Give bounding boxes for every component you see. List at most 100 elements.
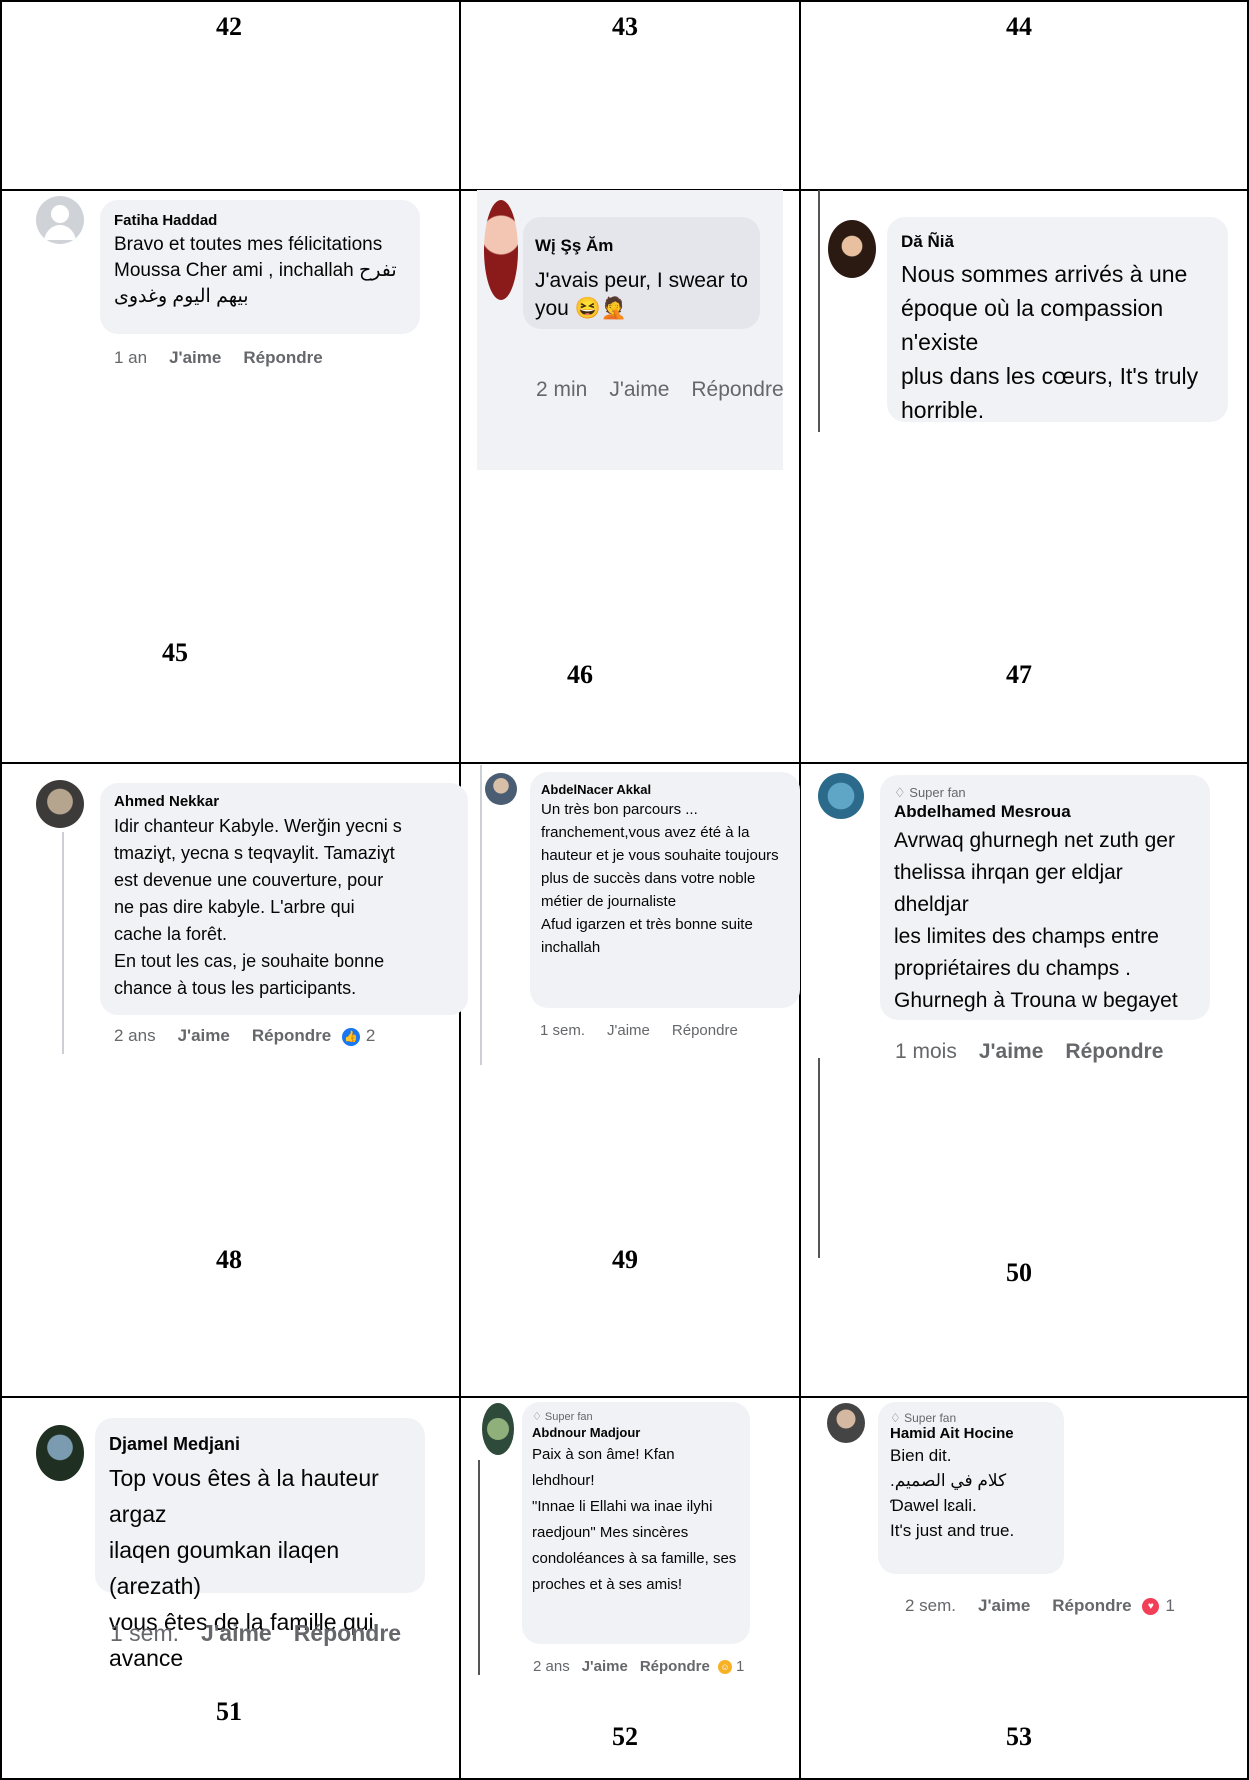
thread-line (480, 765, 482, 1065)
avatar[interactable] (827, 1403, 865, 1443)
comment-text: Avrwaq ghurnegh net zuth ger thelissa ih… (894, 829, 1178, 1012)
comment-bubble: AbdelNacer Akkal Un très bon parcours ..… (530, 772, 800, 1008)
like-button[interactable]: J'aime (609, 378, 669, 401)
reply-button[interactable]: Répondre (672, 1022, 738, 1039)
comment-actions: 1 mois J'aime Répondre (895, 1040, 1185, 1064)
avatar[interactable] (828, 220, 876, 278)
comment-time[interactable]: 2 ans (114, 1026, 156, 1045)
comment-bubble: Ahmed Nekkar Idir chanteur Kabyle. Werği… (100, 783, 468, 1015)
super-fan-badge: ♢ Super fan (894, 785, 966, 800)
table-row-divider (0, 1396, 1249, 1398)
avatar[interactable] (818, 773, 864, 819)
comment-time[interactable]: 2 min (536, 378, 587, 401)
like-button[interactable]: J'aime (201, 1620, 272, 1646)
default-profile-icon (44, 205, 76, 240)
cell-number: 52 (612, 1722, 638, 1751)
reply-button[interactable]: Répondre (294, 1620, 401, 1646)
reply-button[interactable]: Répondre (252, 1026, 331, 1045)
commenter-name[interactable]: Abdnour Madjour (532, 1424, 740, 1442)
cell-number: 48 (216, 1245, 242, 1274)
avatar[interactable] (36, 196, 84, 244)
comment-time[interactable]: 1 sem. (110, 1620, 179, 1646)
avatar[interactable] (484, 200, 518, 300)
table-row-divider (0, 762, 1249, 764)
comment-actions: 1 sem. J'aime Répondre (110, 1620, 423, 1647)
commenter-name[interactable]: Fatiha Haddad (114, 212, 406, 230)
commenter-name[interactable]: Abdelhamed Mesroua (894, 801, 1196, 823)
comment-time[interactable]: 2 sem. (905, 1596, 956, 1615)
comment-bubble: ♢ Super fan Abdnour Madjour Paix à son â… (522, 1402, 750, 1644)
commenter-name[interactable]: Ahmed Nekkar (114, 793, 454, 811)
like-button[interactable]: J'aime (582, 1658, 628, 1675)
avatar[interactable] (36, 780, 84, 828)
table-border-left (0, 0, 2, 1780)
comment-actions: 2 ans J'aime Répondre 👍 2 (114, 1026, 397, 1046)
comment-text: J'avais peur, I swear to you 😆🤦 (535, 269, 748, 320)
cell-number: 49 (612, 1245, 638, 1274)
reaction-count[interactable]: 1 (1165, 1596, 1174, 1615)
commenter-name[interactable]: AbdelNacer Akkal (541, 781, 789, 798)
thread-line (818, 190, 820, 432)
comment-table: 42 43 44 45 46 47 48 49 50 51 52 53 Fati… (0, 0, 1249, 1780)
cell-number: 51 (216, 1697, 242, 1726)
comment-time[interactable]: 1 sem. (540, 1022, 585, 1039)
reply-button[interactable]: Répondre (1052, 1596, 1131, 1615)
comment-bubble: Dă Ñiă Nous sommes arrivés à une époque … (887, 217, 1228, 423)
avatar[interactable] (482, 1403, 514, 1455)
comment-bubble: Wį Şş Ăm J'avais peur, I swear to you 😆🤦 (523, 217, 760, 329)
cell-number: 43 (612, 12, 638, 41)
haha-reaction-icon: ☺ (718, 1660, 732, 1675)
commenter-name[interactable]: Hamid Ait Hocine (890, 1425, 1052, 1443)
comment-actions: 1 sem. J'aime Répondre (540, 1022, 760, 1039)
cell-number: 46 (567, 660, 593, 689)
like-button[interactable]: J'aime (607, 1022, 650, 1039)
comment-bubble: Djamel Medjani Top vous êtes à la hauteu… (95, 1418, 425, 1671)
commenter-name[interactable]: Djamel Medjani (109, 1432, 411, 1456)
like-reaction-icon: 👍 (341, 1027, 360, 1046)
comment-text: Un très bon parcours ... franchement,vou… (541, 801, 779, 956)
commenter-name[interactable]: Dă Ñiă (901, 231, 1214, 253)
diamond-icon: ♢ (890, 1411, 905, 1425)
comment-text: Bien dit. .كلام في الصميم Ɗawel lɛali. I… (890, 1446, 1015, 1540)
reply-button[interactable]: Répondre (1065, 1040, 1163, 1063)
comment-actions: 1 an J'aime Répondre (114, 348, 345, 368)
commenter-name[interactable]: Wį Şş Ăm (535, 235, 748, 257)
thread-line (478, 1460, 480, 1675)
cell-number: 47 (1006, 660, 1032, 689)
avatar[interactable] (36, 1425, 84, 1481)
table-border-top (0, 0, 1249, 2)
cell-number: 53 (1006, 1722, 1032, 1751)
reply-button[interactable]: Répondre (691, 378, 783, 401)
comment-bubble: Fatiha Haddad Bravo et toutes mes félici… (100, 200, 420, 334)
comment-actions: 2 sem. J'aime Répondre ♥ 1 (905, 1596, 1197, 1616)
comment-bubble: ♢ Super fan Hamid Ait Hocine Bien dit. .… (878, 1402, 1064, 1574)
comment-text: Bravo et toutes mes félicitations Moussa… (114, 234, 397, 307)
like-button[interactable]: J'aime (178, 1026, 230, 1045)
comment-actions: 2 ans J'aime Répondre ☺ 1 (533, 1658, 766, 1675)
diamond-icon: ♢ (894, 785, 910, 800)
comment-bubble: ♢ Super fan Abdelhamed Mesroua Avrwaq gh… (880, 775, 1210, 1020)
like-button[interactable]: J'aime (978, 1596, 1030, 1615)
cell-number: 44 (1006, 12, 1032, 41)
love-reaction-icon: ♥ (1142, 1598, 1160, 1616)
super-fan-badge: ♢ Super fan (890, 1411, 957, 1425)
thread-line (62, 832, 64, 1054)
avatar[interactable] (485, 773, 517, 805)
diamond-icon: ♢ (532, 1411, 545, 1423)
cell-number: 45 (162, 638, 188, 667)
like-button[interactable]: J'aime (979, 1040, 1044, 1063)
comment-time[interactable]: 2 ans (533, 1658, 570, 1675)
cell-number: 50 (1006, 1258, 1032, 1287)
reaction-count[interactable]: 1 (736, 1658, 744, 1675)
reply-button[interactable]: Répondre (243, 348, 322, 367)
reaction-count[interactable]: 2 (366, 1026, 375, 1045)
super-fan-badge: ♢ Super fan (532, 1411, 593, 1423)
comment-text: Paix à son âme! Kfan lehdhour! "Innae li… (532, 1446, 737, 1593)
comment-time[interactable]: 1 an (114, 348, 147, 367)
comment-text: Idir chanteur Kabyle. Werğin yecni s tma… (114, 816, 402, 998)
thread-line (818, 1058, 820, 1258)
like-button[interactable]: J'aime (169, 348, 221, 367)
comment-time[interactable]: 1 mois (895, 1040, 957, 1063)
reply-button[interactable]: Répondre (640, 1658, 710, 1675)
cell-number: 42 (216, 12, 242, 41)
